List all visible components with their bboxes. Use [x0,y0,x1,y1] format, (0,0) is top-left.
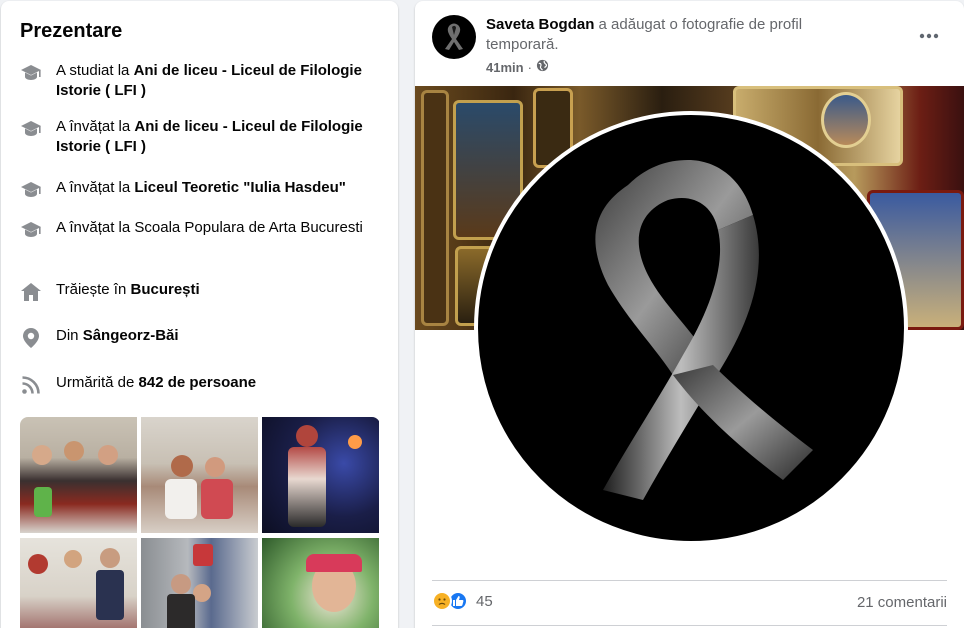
author-name[interactable]: Saveta Bogdan [486,16,594,33]
icon-frame [821,92,871,148]
post-header: Saveta Bogdan a adăugat o fotografie de … [486,15,876,55]
intro-row-education-4: A învățat la Scoala Populara de Arta Buc… [19,218,389,242]
intro-card: Prezentare A studiat la Ani de liceu - L… [1,1,398,628]
more-options-button[interactable] [915,23,943,47]
intro-row-prefix: Urmărită de [56,374,139,391]
photo-thumbnail[interactable] [141,538,258,628]
meta-separator: · [527,59,532,75]
photo-grid [20,417,380,628]
post-timestamp[interactable]: 41min [486,60,524,75]
intro-row-text: A învățat la Scoala Populara de Arta Buc… [56,219,363,236]
comments-count-link[interactable]: 21 comentarii [857,594,947,611]
graduation-cap-icon [19,178,43,202]
intro-row-prefix: A studiat la [56,62,134,79]
graduation-cap-icon [19,218,43,242]
post-meta: 41min · [486,59,549,75]
graduation-cap-icon [19,117,43,141]
reactions-divider-bottom [432,625,947,626]
photo-thumbnail[interactable] [262,538,379,628]
sad-reaction-icon [432,591,452,611]
home-icon [19,280,43,304]
intro-row-lives-in: Trăiește în București [19,280,389,304]
profile-photo-frame[interactable] [474,111,908,545]
intro-row-followers: Urmărită de 842 de persoane [19,373,389,397]
photo-thumbnail[interactable] [262,417,379,533]
black-ribbon-icon [595,160,813,500]
reaction-count: 45 [476,592,493,610]
intro-row-prefix: A învățat la [56,118,135,135]
hometown-link[interactable]: Sângeorz-Băi [83,327,179,344]
intro-row-prefix: Din [56,327,83,344]
photo-thumbnail[interactable] [20,417,137,533]
author-avatar[interactable] [432,15,476,59]
intro-row-from: Din Sângeorz-Băi [19,326,389,350]
photo-thumbnail[interactable] [20,538,137,628]
graduation-cap-icon [19,61,43,85]
reactions-summary[interactable]: 45 [432,591,493,611]
photo-thumbnail[interactable] [141,417,258,533]
intro-row-education-3: A învățat la Liceul Teoretic "Iulia Hasd… [19,178,389,202]
city-link[interactable]: București [130,281,199,298]
intro-row-education-2: A învățat la Ani de liceu - Liceul de Fi… [19,117,389,157]
globe-icon[interactable] [536,59,549,75]
followers-rss-icon [19,373,43,397]
location-pin-icon [19,326,43,350]
post-card: Saveta Bogdan a adăugat o fotografie de … [415,1,964,628]
intro-row-prefix: A învățat la [56,179,135,196]
intro-row-education-1: A studiat la Ani de liceu - Liceul de Fi… [19,61,389,101]
intro-row-prefix: Trăiește în [56,281,131,298]
more-dots-icon [919,26,939,44]
followers-link[interactable]: 842 de persoane [139,374,257,391]
intro-title: Prezentare [20,20,123,42]
school-link[interactable]: Liceul Teoretic "Iulia Hasdeu" [134,179,346,196]
icon-frame [421,90,449,326]
reactions-divider-top [432,580,947,581]
